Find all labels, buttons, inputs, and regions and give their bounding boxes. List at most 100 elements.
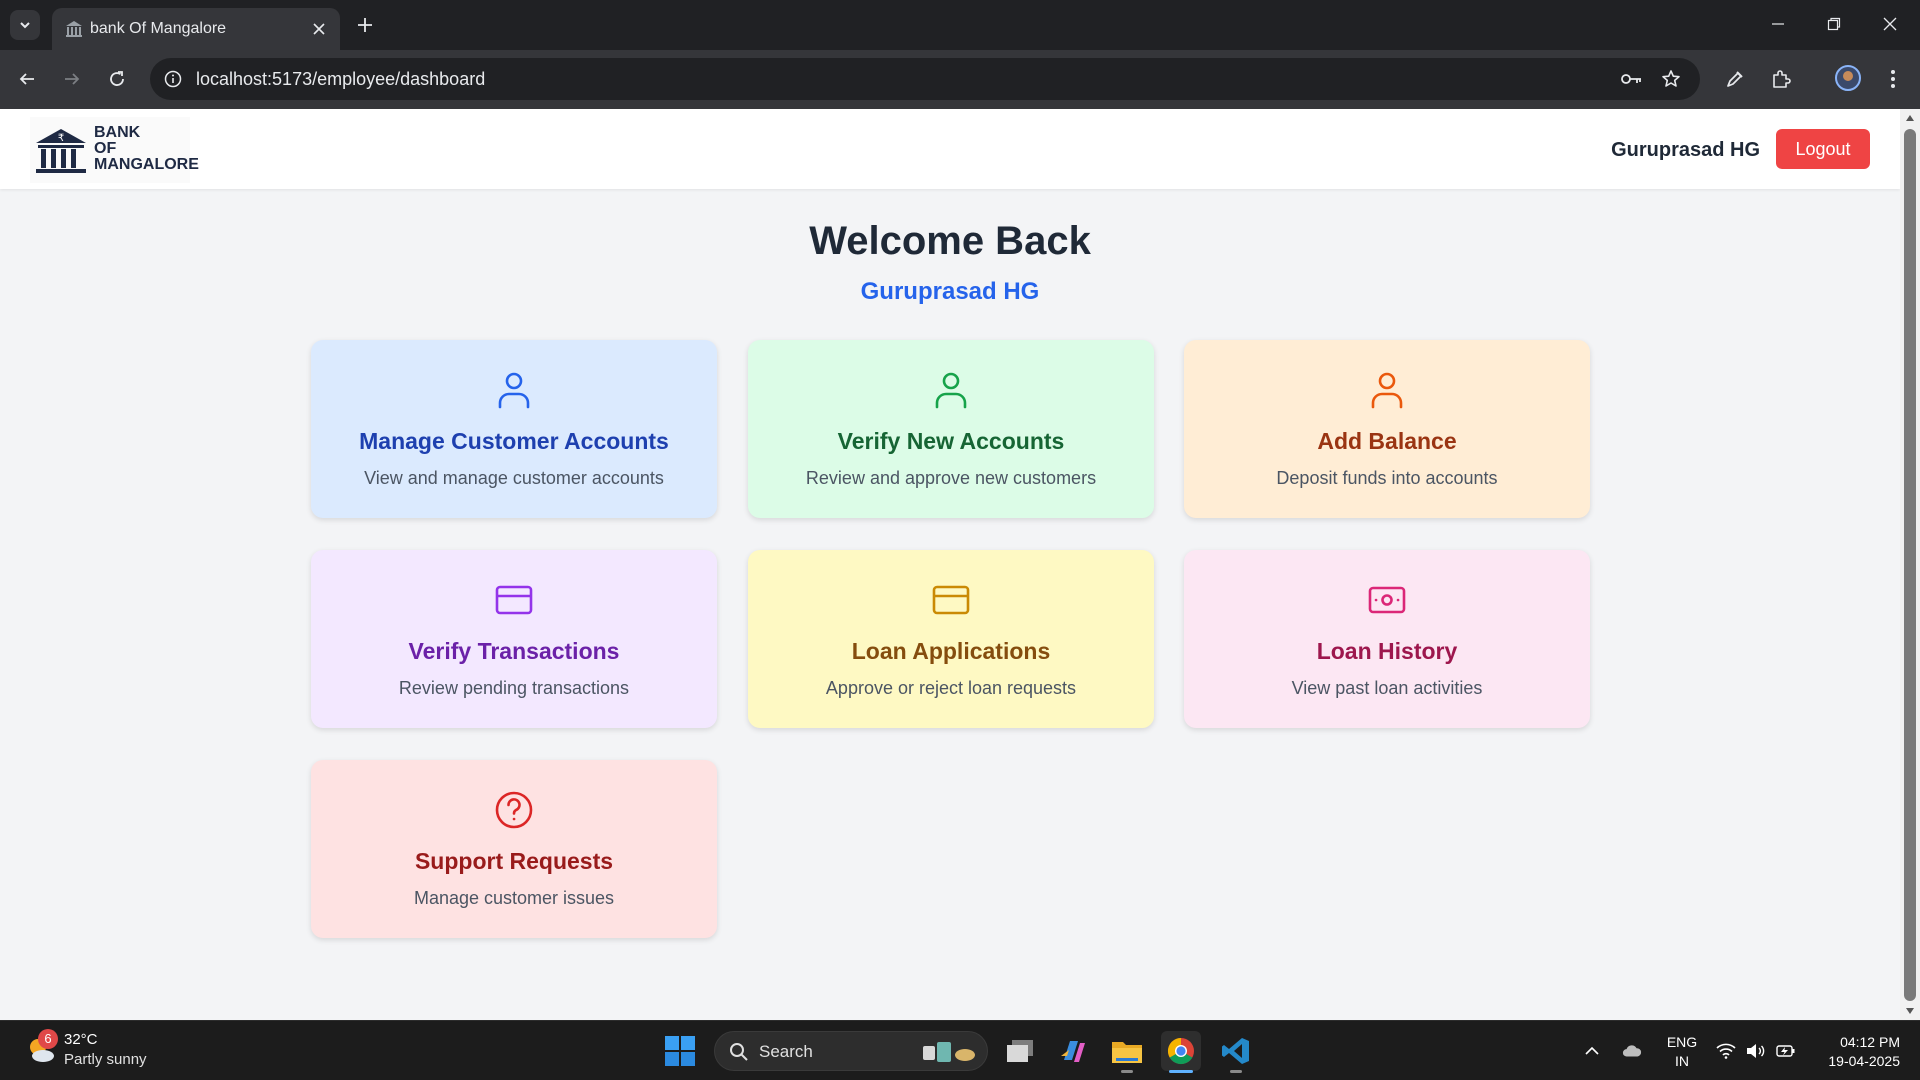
task-view-icon xyxy=(1007,1040,1033,1062)
running-indicator xyxy=(1121,1070,1133,1073)
logout-button[interactable]: Logout xyxy=(1776,129,1870,169)
reload-icon xyxy=(110,71,124,86)
back-button[interactable] xyxy=(12,64,42,94)
card-support-requests[interactable]: Support Requests Manage customer issues xyxy=(311,760,717,938)
bookmark-button[interactable] xyxy=(1659,67,1683,91)
info-icon xyxy=(164,70,182,88)
profile-avatar[interactable] xyxy=(1835,65,1861,91)
banknote-icon xyxy=(1367,580,1407,620)
search-icon xyxy=(730,1043,748,1061)
credit-card-icon xyxy=(494,580,534,620)
restore-button[interactable] xyxy=(1806,0,1862,48)
user-icon xyxy=(1367,370,1407,410)
file-explorer-button[interactable] xyxy=(1107,1031,1147,1073)
copilot-button[interactable] xyxy=(1053,1031,1093,1071)
bank-favicon-icon xyxy=(66,21,82,37)
card-description: Manage customer issues xyxy=(413,888,615,908)
reload-button[interactable] xyxy=(102,64,132,94)
key-icon xyxy=(1621,74,1641,84)
close-window-button[interactable] xyxy=(1862,0,1918,48)
scrollbar-thumb[interactable] xyxy=(1904,129,1916,1001)
system-clock[interactable]: 04:12 PM 19-04-2025 xyxy=(1810,1033,1900,1071)
card-description: Deposit funds into accounts xyxy=(1276,468,1498,488)
logo-text: BANK OF MANGALORE xyxy=(94,125,199,173)
card-manage-customer-accounts[interactable]: Manage Customer Accounts View and manage… xyxy=(311,340,717,518)
eyedropper-extension-button[interactable] xyxy=(1721,65,1749,93)
page-viewport: ₹ BANK OF MANGALORE Guruprasad HG Logout… xyxy=(0,109,1920,1020)
card-loan-history[interactable]: Loan History View past loan activities xyxy=(1184,550,1590,728)
close-icon xyxy=(1883,17,1897,31)
vscode-taskbar-button[interactable] xyxy=(1216,1031,1256,1073)
minimize-icon xyxy=(1772,23,1784,25)
logo-line-2: OF xyxy=(94,140,117,157)
credit-card-icon xyxy=(931,580,971,620)
arrow-left-icon xyxy=(19,73,34,85)
card-title: Add Balance xyxy=(1317,428,1457,454)
card-description: Approve or reject loan requests xyxy=(825,678,1077,698)
site-info-button[interactable] xyxy=(162,68,184,90)
bank-logo[interactable]: ₹ BANK OF MANGALORE xyxy=(30,117,199,183)
page-title: Welcome Back xyxy=(809,219,1091,263)
running-indicator xyxy=(1230,1070,1242,1073)
more-vertical-icon xyxy=(1891,70,1895,88)
tab-search-button[interactable] xyxy=(10,10,40,40)
password-key-button[interactable] xyxy=(1620,67,1644,91)
windows-start-icon[interactable] xyxy=(664,1035,696,1067)
tab-close-button[interactable] xyxy=(308,18,330,40)
scroll-down-arrow-icon[interactable] xyxy=(1905,1006,1915,1016)
scroll-up-arrow-icon[interactable] xyxy=(1905,113,1915,123)
extensions-button[interactable] xyxy=(1767,65,1795,93)
wifi-icon xyxy=(1716,1043,1736,1059)
chrome-taskbar-button[interactable] xyxy=(1161,1031,1201,1073)
card-title: Loan History xyxy=(1316,638,1458,664)
card-verify-new-accounts[interactable]: Verify New Accounts Review and approve n… xyxy=(748,340,1154,518)
browser-tab[interactable]: bank Of Mangalore xyxy=(52,8,340,50)
puzzle-icon xyxy=(1773,70,1791,88)
card-verify-transactions[interactable]: Verify Transactions Review pending trans… xyxy=(311,550,717,728)
browser-menu-button[interactable] xyxy=(1879,65,1907,93)
new-tab-button[interactable] xyxy=(352,12,378,38)
card-description: Review pending transactions xyxy=(398,678,630,698)
card-loan-applications[interactable]: Loan Applications Approve or reject loan… xyxy=(748,550,1154,728)
card-title: Verify New Accounts xyxy=(837,428,1065,454)
taskbar-search-box[interactable]: Search xyxy=(714,1031,988,1071)
card-title: Loan Applications xyxy=(851,638,1051,664)
address-bar[interactable]: localhost:5173/employee/dashboard xyxy=(150,58,1700,100)
clock-time: 04:12 PM xyxy=(1840,1034,1900,1050)
weather-temperature[interactable]: 32°C xyxy=(64,1031,98,1048)
wifi-button[interactable] xyxy=(1716,1041,1736,1061)
battery-button[interactable] xyxy=(1776,1041,1796,1061)
card-description: View and manage customer accounts xyxy=(364,468,664,488)
language-line-2: IN xyxy=(1675,1053,1689,1069)
volume-button[interactable] xyxy=(1746,1041,1766,1061)
header-user-name: Guruprasad HG xyxy=(1611,139,1760,161)
windows-taskbar: 6 32°C Partly sunny Search ENG IN 04:12 … xyxy=(0,1020,1920,1080)
input-language[interactable]: ENG IN xyxy=(1662,1033,1702,1071)
pen-icon xyxy=(1727,71,1743,87)
svg-text:₹: ₹ xyxy=(58,133,64,144)
card-description: View past loan activities xyxy=(1291,678,1483,698)
forward-button[interactable] xyxy=(57,64,87,94)
show-hidden-icons-button[interactable] xyxy=(1582,1041,1602,1061)
task-view-button[interactable] xyxy=(1000,1031,1040,1071)
restore-icon xyxy=(1827,17,1841,31)
battery-charging-icon xyxy=(1776,1045,1795,1057)
volume-icon xyxy=(1747,1044,1765,1058)
weather-description[interactable]: Partly sunny xyxy=(64,1051,147,1068)
logo-line-1: BANK xyxy=(94,124,141,141)
minimize-button[interactable] xyxy=(1750,0,1806,48)
language-line-1: ENG xyxy=(1666,1034,1698,1050)
browser-toolbar: localhost:5173/employee/dashboard xyxy=(0,50,1920,109)
close-icon xyxy=(313,23,325,35)
onedrive-tray-button[interactable] xyxy=(1622,1041,1642,1061)
active-indicator xyxy=(1169,1070,1193,1073)
page-scrollbar[interactable] xyxy=(1900,109,1920,1020)
search-label: Search xyxy=(759,1042,813,1061)
url-text[interactable]: localhost:5173/employee/dashboard xyxy=(196,69,485,90)
plus-icon xyxy=(358,18,372,32)
clock-date: 19-04-2025 xyxy=(1828,1053,1900,1069)
card-title: Manage Customer Accounts xyxy=(359,428,669,454)
card-add-balance[interactable]: Add Balance Deposit funds into accounts xyxy=(1184,340,1590,518)
chevron-down-icon xyxy=(20,22,30,29)
app-header: ₹ BANK OF MANGALORE Guruprasad HG Logout xyxy=(0,109,1900,189)
